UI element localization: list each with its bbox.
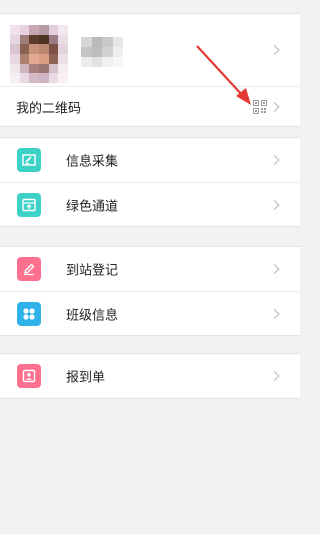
- menu-group-2: 到站登记 班级信息: [0, 246, 300, 336]
- avatar: [10, 25, 68, 83]
- menu-item-station-register[interactable]: 到站登记: [0, 247, 300, 291]
- menu-group-3: 报到单: [0, 353, 300, 399]
- chevron-right-icon: [269, 264, 280, 274]
- id-card-icon: [17, 364, 41, 388]
- chevron-right-icon: [269, 45, 280, 55]
- chevron-right-icon: [269, 155, 280, 165]
- menu-label: 报到单: [66, 370, 106, 386]
- menu-label: 信息采集: [66, 154, 119, 170]
- green-channel-icon: [17, 193, 41, 217]
- qrcode-icon[interactable]: [253, 100, 267, 114]
- profile-section: 我的二维码: [0, 13, 300, 127]
- chevron-right-icon: [269, 200, 280, 210]
- qrcode-label: 我的二维码: [16, 101, 82, 117]
- username-blurred: [81, 37, 123, 67]
- profile-row[interactable]: [0, 14, 300, 86]
- menu-item-green-channel[interactable]: 绿色通道: [0, 183, 300, 227]
- chevron-right-icon: [269, 102, 280, 112]
- grid-icon: [17, 302, 41, 326]
- pen-icon: [17, 257, 41, 281]
- menu-item-class-info[interactable]: 班级信息: [0, 292, 300, 336]
- menu-label: 绿色通道: [66, 199, 119, 215]
- chevron-right-icon: [269, 309, 280, 319]
- menu-item-report-form[interactable]: 报到单: [0, 354, 300, 398]
- edit-form-icon: [17, 148, 41, 172]
- menu-group-1: 信息采集 绿色通道: [0, 137, 300, 227]
- chevron-right-icon: [269, 371, 280, 381]
- my-qrcode-row[interactable]: 我的二维码: [0, 87, 300, 127]
- menu-item-info-collect[interactable]: 信息采集: [0, 138, 300, 182]
- menu-label: 到站登记: [66, 263, 119, 279]
- menu-label: 班级信息: [66, 308, 119, 324]
